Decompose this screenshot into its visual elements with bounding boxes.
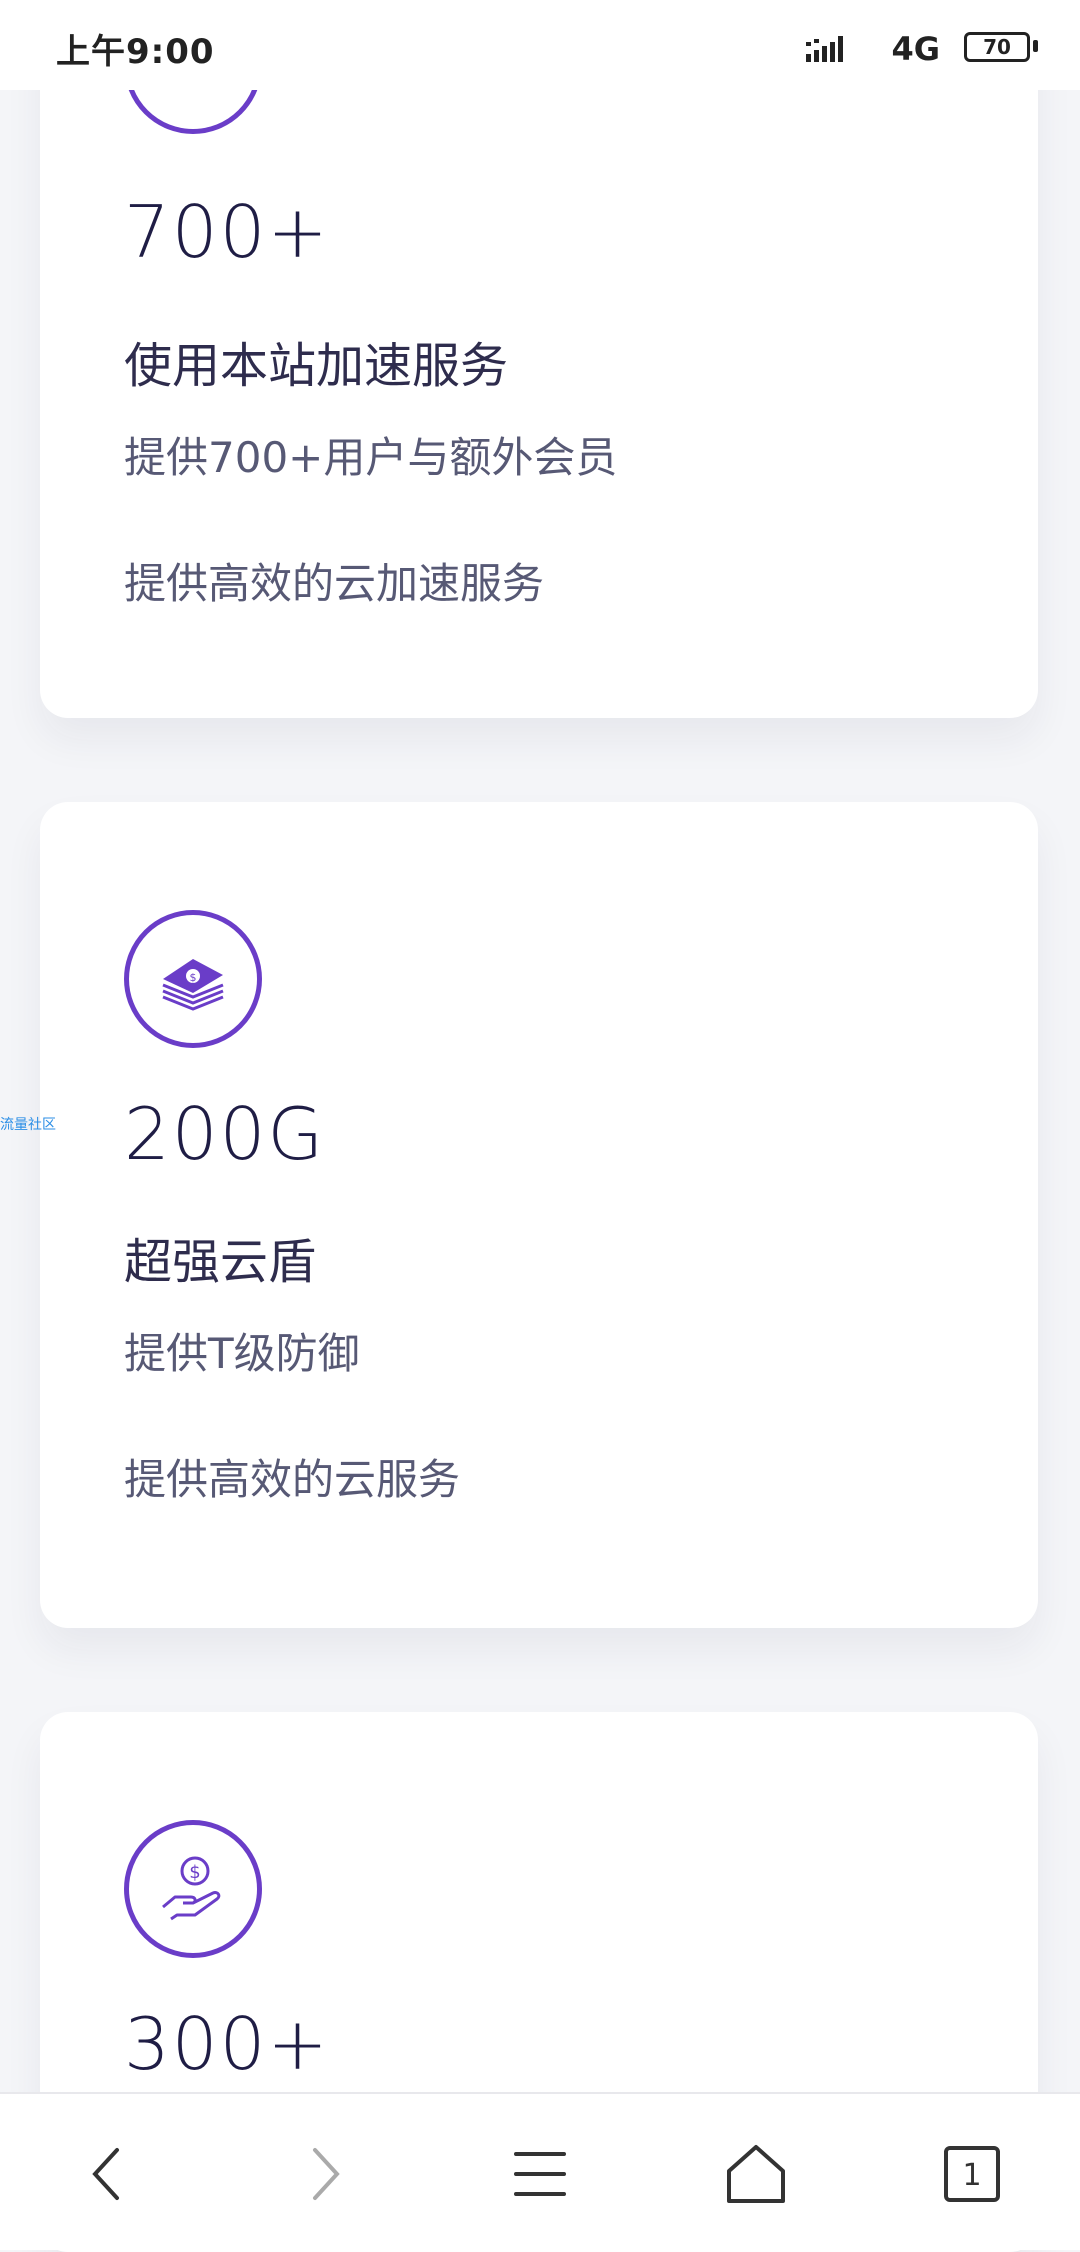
- home-icon: [727, 2145, 785, 2203]
- page-content: 700+ 使用本站加速服务 提供700+用户与额外会员 提供高效的云加速服务 $…: [0, 0, 1080, 2252]
- service-card-shield: $ 200G 超强云盾 提供T级防御 提供高效的云服务: [40, 802, 1038, 1628]
- card-description: 提供高效的云服务: [124, 1455, 461, 1504]
- status-bar: 上午9:00 4G 70: [0, 0, 1080, 90]
- card-title: 使用本站加速服务: [124, 338, 509, 394]
- menu-icon: [514, 2152, 566, 2196]
- tabs-button[interactable]: 1: [922, 2124, 1022, 2224]
- side-watermark-label[interactable]: 流量社区: [0, 1114, 56, 1134]
- browser-nav-bar: 1: [0, 2092, 1080, 2250]
- svg-text:$: $: [189, 1862, 200, 1883]
- tabs-icon: 1: [944, 2146, 1000, 2202]
- status-time: 上午9:00: [56, 32, 215, 72]
- card-title: 超强云盾: [124, 1234, 317, 1290]
- service-card-acceleration: 700+ 使用本站加速服务 提供700+用户与额外会员 提供高效的云加速服务: [40, 0, 1038, 718]
- back-button[interactable]: [58, 2124, 158, 2224]
- card-description: 提供T级防御: [124, 1329, 360, 1378]
- home-button[interactable]: [706, 2124, 806, 2224]
- svg-text:$: $: [190, 971, 197, 984]
- stat-value: 300+: [124, 2002, 330, 2086]
- battery-tip: [1033, 40, 1038, 52]
- forward-button[interactable]: [274, 2124, 374, 2224]
- back-icon: [92, 2148, 119, 2200]
- card-description: 提供700+用户与额外会员: [124, 433, 618, 482]
- stat-value: 200G: [124, 1092, 326, 1176]
- stat-value: 700+: [124, 190, 330, 274]
- money-stack-icon: $: [124, 910, 262, 1048]
- card-description: 提供高效的云加速服务: [124, 559, 545, 608]
- hand-coin-icon: $: [124, 1820, 262, 1958]
- menu-button[interactable]: [490, 2124, 590, 2224]
- forward-icon: [313, 2148, 340, 2200]
- signal-icon: [806, 36, 843, 62]
- battery-icon: 70: [964, 32, 1030, 62]
- tab-count: 1: [962, 2158, 981, 2193]
- network-type: 4G: [891, 30, 940, 68]
